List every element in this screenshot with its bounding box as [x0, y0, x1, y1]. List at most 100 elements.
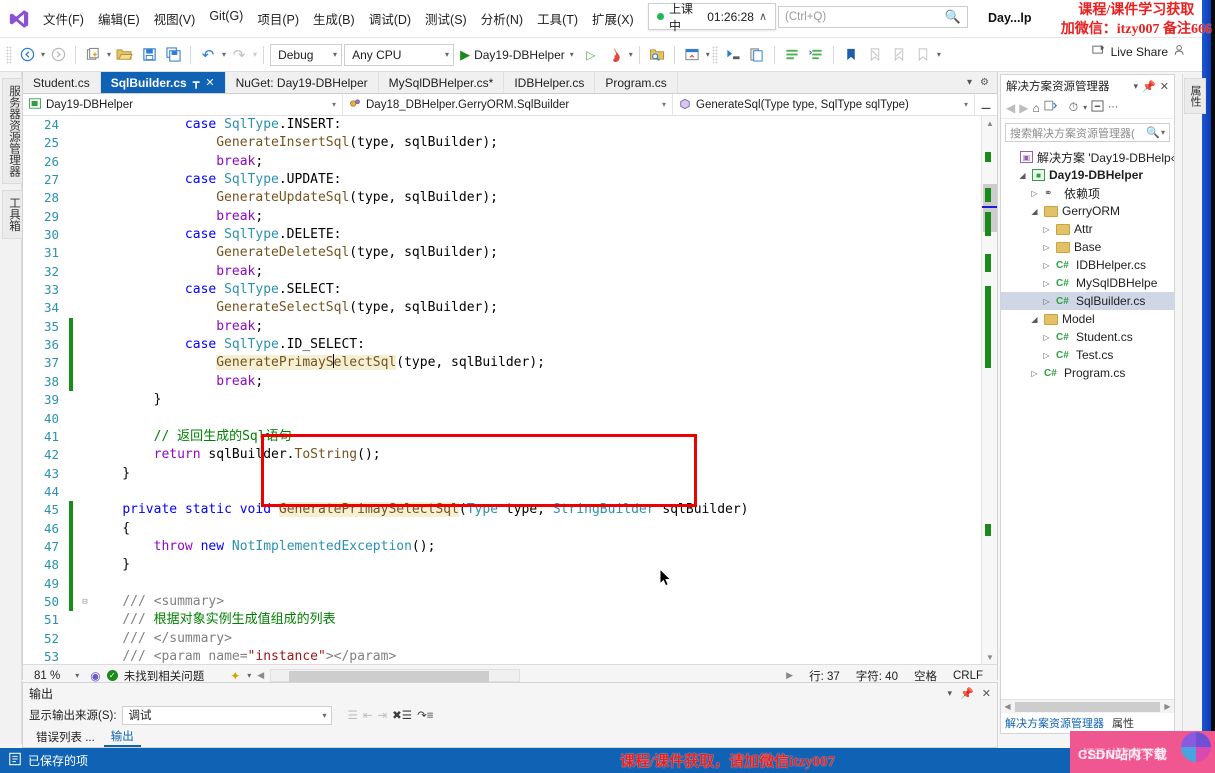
live-share-user-icon[interactable] — [1173, 44, 1187, 60]
output-bottom-tab-1[interactable]: 输出 — [104, 727, 141, 747]
line-ending-indicator[interactable]: CRLF — [953, 670, 983, 682]
menu-item-3[interactable]: Git(G) — [202, 4, 250, 33]
tree-item-2[interactable]: ▷⚭依赖项 — [1001, 184, 1174, 202]
code-line[interactable]: 35 break; — [23, 318, 749, 336]
tree-twisty-icon[interactable]: ▷ — [1041, 297, 1052, 306]
intellicode-icon[interactable]: ✦ — [230, 669, 240, 683]
menu-item-5[interactable]: 生成(B) — [306, 4, 362, 33]
code-line[interactable]: 31 GenerateDeleteSql(type, sqlBuilder); — [23, 244, 749, 262]
search-folder-icon[interactable] — [646, 43, 668, 67]
tree-item-11[interactable]: ▷C#Test.cs — [1001, 346, 1174, 364]
code-line[interactable]: 25 GenerateInsertSql(type, sqlBuilder); — [23, 134, 749, 152]
panel-menu-caret-icon[interactable]: ▾ — [1134, 81, 1139, 92]
zoom-level-combo[interactable]: 81 % ▾ — [29, 669, 84, 683]
se-hscrollbar-thumb[interactable] — [1015, 702, 1160, 712]
document-tab-5[interactable]: Program.cs — [595, 72, 677, 93]
tree-item-1[interactable]: ◢■Day19-DBHelper — [1001, 166, 1174, 184]
output-toggle-wordwrap-icon[interactable]: ↷≡ — [417, 708, 433, 722]
chevron-down-icon[interactable]: ▾ — [445, 50, 449, 59]
se-sync-with-active-document-icon[interactable] — [1044, 100, 1058, 115]
hot-reload-caret-icon[interactable]: ▾ — [629, 50, 633, 59]
code-lines[interactable]: 24 case SqlType.INSERT:25 GenerateInsert… — [23, 116, 749, 664]
menu-item-10[interactable]: 扩展(X) — [585, 4, 641, 33]
menu-item-2[interactable]: 视图(V) — [147, 4, 203, 33]
undo-caret-icon[interactable]: ▾ — [222, 50, 226, 59]
class-session-pill[interactable]: 上课中 01:26:28 ∧ — [648, 3, 776, 30]
code-line[interactable]: 29 break; — [23, 208, 749, 226]
menu-item-9[interactable]: 工具(T) — [530, 4, 585, 33]
tree-item-6[interactable]: ▷C#IDBHelper.cs — [1001, 256, 1174, 274]
tree-twisty-icon[interactable]: ▷ — [1029, 189, 1040, 198]
pin-icon[interactable]: 📌 — [960, 687, 974, 700]
document-tab-4[interactable]: IDBHelper.cs — [504, 72, 595, 93]
new-project-icon[interactable] — [82, 43, 104, 67]
tree-item-0[interactable]: ▣解决方案 'Day19-DBHelp‹ — [1001, 148, 1174, 166]
code-line[interactable]: 27 case SqlType.UPDATE: — [23, 171, 749, 189]
live-share-control[interactable]: Live Share — [1092, 44, 1187, 60]
pin-icon[interactable]: ┳ — [193, 76, 200, 89]
output-clear-all-icon[interactable]: ✖☰ — [392, 708, 412, 722]
chevron-down-icon[interactable]: ▾ — [247, 671, 251, 680]
tree-item-12[interactable]: ▷C#Program.cs — [1001, 364, 1174, 382]
code-line[interactable]: 45 private static void GeneratePrimaySel… — [23, 501, 749, 519]
tab-overflow-caret-icon[interactable]: ▾ — [967, 77, 972, 88]
back-dropdown-caret-icon[interactable]: ▾ — [41, 50, 45, 59]
menu-item-4[interactable]: 项目(P) — [250, 4, 306, 33]
chevron-down-icon[interactable]: ▾ — [1083, 103, 1087, 112]
comment-icon[interactable] — [781, 43, 803, 67]
save-icon[interactable] — [138, 43, 160, 67]
code-line[interactable]: 53 /// <param name="instance"></param> — [23, 648, 749, 664]
chevron-down-icon[interactable]: ▾ — [323, 711, 327, 720]
se-collapse-all-icon[interactable] — [1091, 100, 1104, 115]
code-line[interactable]: 43 } — [23, 465, 749, 483]
bookmark-icon[interactable] — [840, 43, 862, 67]
code-line[interactable]: 41 // 返回生成的Sql语句 — [23, 428, 749, 446]
chevron-down-icon[interactable]: ▾ — [326, 100, 336, 109]
hot-reload-icon[interactable] — [604, 43, 626, 67]
tree-twisty-icon[interactable]: ▷ — [1041, 333, 1052, 342]
hscrollbar-thumb[interactable] — [289, 671, 489, 682]
tree-item-4[interactable]: ▷Attr — [1001, 220, 1174, 238]
solution-platform-combo[interactable]: Any CPU ▾ — [344, 44, 454, 66]
code-line[interactable]: 39 } — [23, 391, 749, 409]
tree-twisty-icon[interactable]: ▷ — [1041, 279, 1052, 288]
menu-item-0[interactable]: 文件(F) — [36, 4, 91, 33]
code-line[interactable]: 48 } — [23, 556, 749, 574]
chevron-down-icon[interactable]: ▾ — [333, 50, 337, 59]
nav-project-combo[interactable]: Day19-DBHelper ▾ — [23, 94, 343, 115]
tree-twisty-icon[interactable]: ▷ — [1041, 243, 1052, 252]
code-line[interactable]: 32 break; — [23, 263, 749, 281]
step-into-icon[interactable] — [722, 43, 744, 67]
window-layout-icon[interactable] — [681, 43, 703, 67]
se-home-icon[interactable]: ⌂ — [1032, 101, 1039, 115]
document-tab-0[interactable]: Student.cs — [23, 72, 101, 93]
rail-tab-properties[interactable]: 属性 — [1184, 78, 1206, 114]
code-line[interactable]: 30 case SqlType.DELETE: — [23, 226, 749, 244]
tree-twisty-icon[interactable]: ◢ — [1029, 207, 1040, 216]
collapse-toggle-icon[interactable]: ⊟ — [79, 593, 91, 611]
split-editor-icon[interactable]: ⚊ — [975, 94, 997, 115]
code-analysis-icon[interactable]: ◉ — [90, 669, 100, 683]
se-bottom-tab-1[interactable]: 属性 — [1112, 715, 1134, 731]
search-icon[interactable]: 🔍 — [1146, 126, 1160, 139]
search-icon[interactable]: 🔍 — [945, 9, 961, 25]
scroll-down-arrow-icon[interactable]: ▼ — [982, 650, 997, 664]
code-line[interactable]: 46 { — [23, 520, 749, 538]
panel-menu-caret-icon[interactable]: ▾ — [948, 688, 953, 699]
document-tab-1[interactable]: SqlBuilder.cs┳✕ — [101, 72, 226, 93]
code-line[interactable]: 37 GeneratePrimaySelectSql(type, sqlBuil… — [23, 354, 749, 372]
toolbar-grip-2[interactable] — [712, 46, 718, 64]
tree-twisty-icon[interactable]: ▷ — [1041, 261, 1052, 270]
code-line[interactable]: 38 break; — [23, 373, 749, 391]
bookmark-caret-icon[interactable]: ▾ — [937, 50, 941, 59]
close-icon[interactable]: ✕ — [982, 687, 991, 700]
nav-type-combo[interactable]: Day18_DBHelper.GerryORM.SqlBuilder ▾ — [343, 94, 673, 115]
navigate-back-button[interactable] — [16, 43, 38, 67]
output-bottom-tab-0[interactable]: 错误列表 ... — [29, 728, 102, 746]
hscroll-left-arrow-icon[interactable]: ◀ — [257, 670, 264, 681]
code-line[interactable]: 36 case SqlType.ID_SELECT: — [23, 336, 749, 354]
tree-twisty-icon[interactable]: ▷ — [1029, 369, 1040, 378]
new-project-caret-icon[interactable]: ▾ — [107, 50, 111, 59]
code-line[interactable]: 28 GenerateUpdateSql(type, sqlBuilder); — [23, 189, 749, 207]
menu-item-1[interactable]: 编辑(E) — [91, 4, 147, 33]
